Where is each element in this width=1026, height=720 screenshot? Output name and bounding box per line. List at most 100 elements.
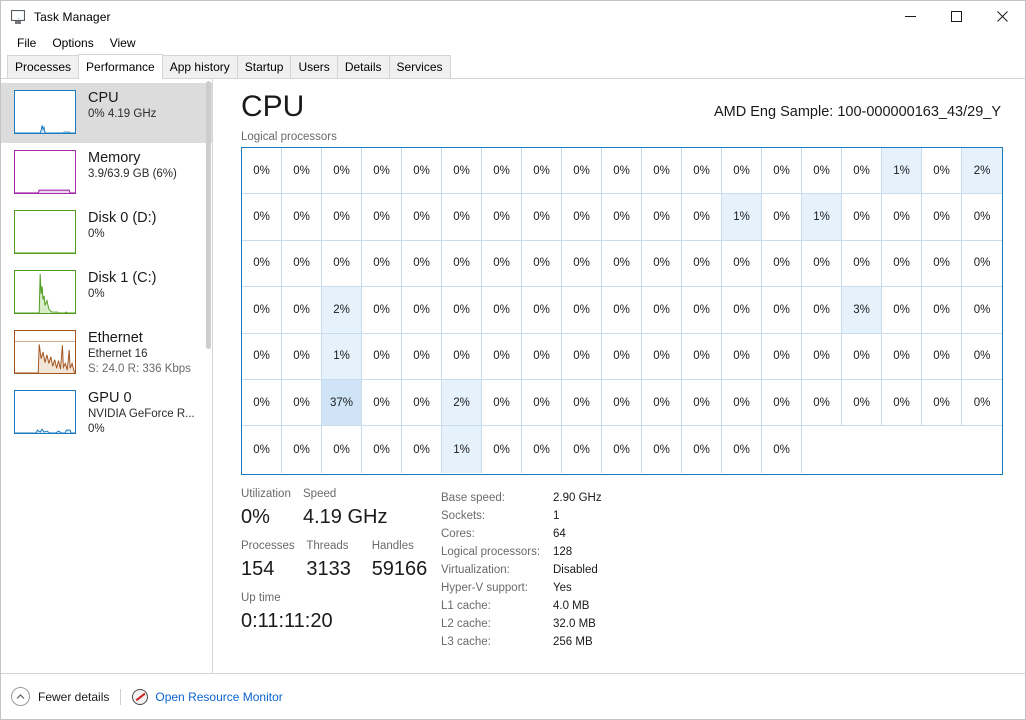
- logical-processor-cell: 0%: [602, 148, 642, 195]
- logical-processor-cell: 0%: [602, 379, 642, 427]
- cpu-detail-value: 128: [553, 546, 573, 558]
- logical-processor-cell: 0%: [882, 333, 922, 380]
- cpu-detail-row: L1 cache: 4.0 MB: [441, 597, 1001, 615]
- logical-processor-cell: 0%: [802, 148, 842, 195]
- sidebar-item-disk-1-text: Disk 1 (C:) 0%: [88, 269, 156, 302]
- logical-processor-cell: 0%: [922, 287, 962, 334]
- logical-processor-cell: 0%: [562, 194, 602, 241]
- tab-processes[interactable]: Processes: [7, 55, 80, 78]
- sidebar-item-disk-0-title: Disk 0 (D:): [88, 210, 157, 226]
- logical-processor-cell: 0%: [282, 148, 322, 195]
- logical-processor-cell: 0%: [882, 240, 922, 288]
- sidebar-item-gpu-0-usage: 0%: [88, 423, 105, 435]
- logical-processor-cell: 0%: [602, 333, 642, 380]
- sidebar-item-memory-sub: 3.9/63.9 GB (6%): [88, 168, 177, 180]
- disk1-thumbnail-graph: [14, 270, 76, 314]
- sidebar-scrollbar-thumb[interactable]: [206, 81, 211, 349]
- sidebar-item-memory[interactable]: Memory 3.9/63.9 GB (6%): [1, 143, 212, 203]
- stat-processes-value: 154: [241, 558, 275, 580]
- logical-processor-cell: 0%: [762, 333, 802, 380]
- menu-item-file[interactable]: File: [9, 34, 44, 53]
- stat-processes-label: Processes: [241, 540, 295, 552]
- logical-processor-cell: 0%: [642, 426, 682, 473]
- sidebar-item-gpu-0-sub: NVIDIA GeForce R...: [88, 408, 195, 420]
- tab-startup[interactable]: Startup: [236, 55, 292, 78]
- menu-item-view[interactable]: View: [102, 34, 144, 53]
- logical-processor-cell: 0%: [762, 194, 802, 241]
- logical-processor-cell: 0%: [402, 333, 442, 380]
- tab-users[interactable]: Users: [290, 55, 338, 78]
- logical-processor-cell: 0%: [762, 426, 802, 473]
- logical-processor-cell: 0%: [482, 194, 522, 241]
- sidebar-item-disk-1-sub: 0%: [88, 288, 105, 300]
- open-resource-monitor-link[interactable]: Open Resource Monitor: [132, 688, 283, 705]
- cpu-detail-key: Logical processors:: [441, 546, 541, 558]
- sidebar-item-disk-1[interactable]: Disk 1 (C:) 0%: [1, 263, 212, 323]
- logical-processor-cell: 0%: [522, 148, 562, 195]
- logical-processor-cell: 0%: [522, 379, 562, 427]
- logical-processor-cell: 0%: [322, 194, 362, 241]
- stat-threads-value: 3133: [306, 558, 351, 580]
- logical-processor-cell: 0%: [282, 194, 322, 241]
- sidebar-item-cpu[interactable]: CPU 0% 4.19 GHz: [1, 83, 212, 143]
- logical-processor-cell: 37%: [322, 379, 362, 427]
- logical-processor-cell: 0%: [322, 426, 362, 473]
- cpu-detail-value: 4.0 MB: [553, 600, 590, 612]
- cpu-detail-row: Hyper-V support: Yes: [441, 579, 1001, 597]
- cpu-detail-key: Cores:: [441, 528, 475, 540]
- tab-performance[interactable]: Performance: [78, 54, 163, 79]
- minimize-icon[interactable]: [887, 1, 933, 32]
- disk0-thumbnail-graph: [14, 210, 76, 254]
- logical-processor-cell: 0%: [602, 426, 642, 473]
- cpu-thumbnail-graph: [14, 90, 76, 134]
- sidebar-item-ethernet[interactable]: Ethernet Ethernet 16 S: 24.0 R: 336 Kbps: [1, 323, 212, 383]
- tab-services[interactable]: Services: [388, 55, 451, 78]
- stat-handles-value: 59166: [371, 558, 428, 580]
- stat-uptime: Up time 0:11:11:20: [241, 590, 441, 635]
- maximize-icon[interactable]: [933, 1, 979, 32]
- logical-processor-cell: 0%: [682, 287, 722, 334]
- logical-processor-cell: 0%: [842, 379, 882, 427]
- logical-processor-cell: 0%: [842, 240, 882, 288]
- menu-item-options[interactable]: Options: [44, 34, 101, 53]
- cpu-detail-key: L3 cache:: [441, 636, 491, 648]
- sidebar-item-cpu-sub: 0% 4.19 GHz: [88, 108, 157, 120]
- logical-processor-cell: 0%: [842, 194, 882, 241]
- logical-processor-cell: 0%: [282, 240, 322, 288]
- sidebar-scrollbar[interactable]: [204, 79, 212, 673]
- close-icon[interactable]: [979, 1, 1025, 32]
- logical-processor-cell: 0%: [682, 194, 722, 241]
- sidebar-item-gpu-0[interactable]: GPU 0 NVIDIA GeForce R... 0%: [1, 383, 212, 443]
- stat-speed: Speed 4.19 GHz: [303, 486, 423, 531]
- logical-processor-cell: 0%: [362, 240, 402, 288]
- logical-processor-cell: 3%: [842, 287, 882, 334]
- memory-thumbnail-graph: [14, 150, 76, 194]
- logical-processor-cell: 0%: [562, 287, 602, 334]
- logical-processor-cell: 0%: [442, 148, 482, 195]
- logical-processor-cell: 0%: [762, 148, 802, 195]
- tab-details[interactable]: Details: [336, 55, 390, 78]
- fewer-details-button[interactable]: Fewer details: [11, 687, 109, 706]
- logical-processor-cell: 0%: [282, 287, 322, 334]
- logical-processor-cell: 0%: [242, 287, 282, 334]
- cpu-detail-row: Virtualization: Disabled: [441, 561, 1001, 579]
- logical-processor-cell: 0%: [242, 240, 282, 288]
- tab-app-history[interactable]: App history: [161, 55, 238, 78]
- logical-processor-cell: 0%: [602, 287, 642, 334]
- stat-utilization-label: Utilization: [241, 488, 291, 500]
- logical-processor-cell: 0%: [402, 287, 442, 334]
- logical-processor-cell: 0%: [402, 194, 442, 241]
- logical-processor-cell: 0%: [242, 426, 282, 473]
- logical-processor-cell: 0%: [922, 240, 962, 288]
- logical-processor-cell: 0%: [322, 240, 362, 288]
- cpu-detail-key: L2 cache:: [441, 618, 491, 630]
- logical-processor-cell: 0%: [402, 426, 442, 473]
- stat-uptime-value: 0:11:11:20: [241, 610, 333, 632]
- sidebar-item-disk-0[interactable]: Disk 0 (D:) 0%: [1, 203, 212, 263]
- sidebar-item-memory-text: Memory 3.9/63.9 GB (6%): [88, 149, 177, 182]
- logical-processor-cell: 0%: [242, 333, 282, 380]
- cpu-detail-key: Base speed:: [441, 492, 505, 504]
- logical-processor-cell: 0%: [922, 333, 962, 380]
- logical-processor-cell: 0%: [962, 194, 1002, 241]
- stat-utilization-value: 0%: [241, 506, 270, 528]
